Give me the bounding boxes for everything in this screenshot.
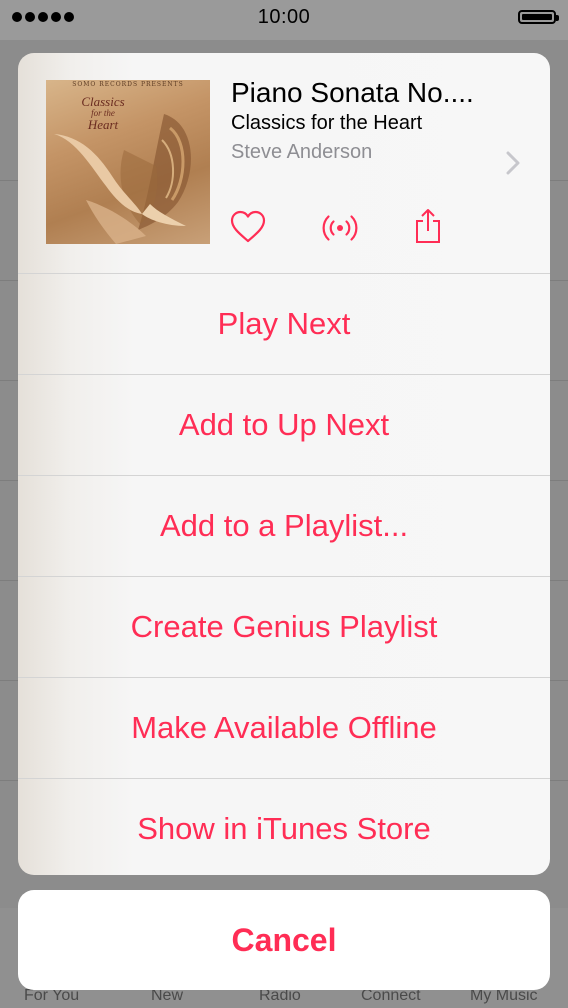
album-artwork: SOMO RECORDS PRESENTS Classics for the H… xyxy=(46,80,210,244)
battery-icon xyxy=(518,10,559,24)
make-available-offline-button[interactable]: Make Available Offline xyxy=(18,677,550,778)
radio-station-icon[interactable] xyxy=(320,212,360,244)
artist-name: Steve Anderson xyxy=(231,141,373,163)
add-to-playlist-button[interactable]: Add to a Playlist... xyxy=(18,475,550,576)
now-playing-header[interactable]: SOMO RECORDS PRESENTS Classics for the H… xyxy=(18,53,550,273)
status-bar: 10:00 xyxy=(0,0,568,40)
action-sheet: SOMO RECORDS PRESENTS Classics for the H… xyxy=(18,53,550,875)
heart-icon[interactable] xyxy=(230,210,266,244)
cancel-button[interactable]: Cancel xyxy=(18,890,550,990)
song-title: Piano Sonata No.... xyxy=(231,77,474,108)
show-in-itunes-store-button[interactable]: Show in iTunes Store xyxy=(18,778,550,875)
status-time: 10:00 xyxy=(257,6,311,28)
share-icon[interactable] xyxy=(414,208,442,244)
artwork-title-line: Heart xyxy=(87,117,119,132)
play-next-button[interactable]: Play Next xyxy=(18,273,550,374)
artwork-publisher-text: SOMO RECORDS PRESENTS xyxy=(72,81,184,88)
album-name: Classics for the Heart xyxy=(231,112,423,134)
chevron-right-icon[interactable] xyxy=(506,151,520,175)
add-to-up-next-button[interactable]: Add to Up Next xyxy=(18,374,550,475)
create-genius-playlist-button[interactable]: Create Genius Playlist xyxy=(18,576,550,677)
